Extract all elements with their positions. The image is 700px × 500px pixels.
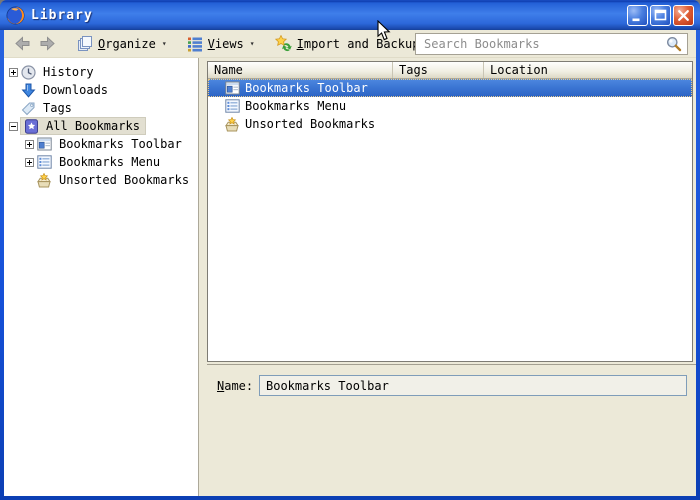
sidebar-item-label: Unsorted Bookmarks xyxy=(56,172,192,188)
chevron-down-icon: ▾ xyxy=(162,39,167,48)
details-pane: Name: xyxy=(207,364,696,496)
minimize-button[interactable] xyxy=(627,5,648,26)
window-title: Library xyxy=(31,8,93,23)
firefox-icon xyxy=(6,6,25,25)
import-and-backup-button[interactable]: Import and Backup ▾ xyxy=(270,33,436,54)
window-body: Organize ▾ Views ▾ Import xyxy=(4,30,696,496)
expander-plus-icon[interactable] xyxy=(25,140,36,149)
tag-icon xyxy=(20,100,36,116)
sidebar-item-unsorted-bookmarks[interactable]: Unsorted Bookmarks xyxy=(4,171,198,189)
sidebar-item-tags[interactable]: Tags xyxy=(4,99,198,117)
library-window: Library xyxy=(0,0,700,500)
name-field-label: Name: xyxy=(217,379,259,393)
back-arrow-icon xyxy=(14,36,31,51)
search-icon[interactable] xyxy=(666,36,682,52)
organize-button[interactable]: Organize ▾ xyxy=(72,34,172,54)
all-bookmarks-icon xyxy=(23,118,39,134)
close-icon xyxy=(675,7,692,24)
column-header-location[interactable]: Location xyxy=(484,62,692,78)
sidebar-item-all-bookmarks[interactable]: All Bookmarks xyxy=(4,117,198,135)
bookmarks-list: Name Tags Location Bookmarks Toolbar xyxy=(207,61,693,362)
unsorted-bookmarks-icon xyxy=(36,172,52,188)
bookmarks-toolbar-icon xyxy=(224,80,240,96)
download-arrow-icon xyxy=(20,82,36,98)
list-row-unsorted-bookmarks[interactable]: Unsorted Bookmarks xyxy=(208,115,692,133)
list-row-label: Bookmarks Toolbar xyxy=(245,81,368,95)
import-backup-icon xyxy=(275,35,292,52)
list-row-label: Unsorted Bookmarks xyxy=(245,117,375,131)
minimize-icon xyxy=(629,7,646,24)
list-row-bookmarks-toolbar[interactable]: Bookmarks Toolbar xyxy=(208,79,692,97)
list-row-bookmarks-menu[interactable]: Bookmarks Menu xyxy=(208,97,692,115)
expander-plus-icon[interactable] xyxy=(9,68,20,77)
maximize-icon xyxy=(652,7,669,24)
list-row-label: Bookmarks Menu xyxy=(245,99,346,113)
pane-splitter[interactable] xyxy=(199,58,207,496)
search-box xyxy=(415,33,688,55)
sidebar-item-label: All Bookmarks xyxy=(43,118,143,134)
sidebar-item-label: Bookmarks Menu xyxy=(56,154,163,170)
chevron-down-icon: ▾ xyxy=(250,39,255,48)
forward-arrow-icon xyxy=(39,36,56,51)
sidebar-item-label: Downloads xyxy=(40,82,111,98)
back-button[interactable] xyxy=(12,35,33,52)
expander-plus-icon[interactable] xyxy=(25,158,36,167)
toolbar: Organize ▾ Views ▾ Import xyxy=(4,30,696,58)
bookmarks-toolbar-icon xyxy=(36,136,52,152)
import-and-backup-label: Import and Backup xyxy=(297,37,420,51)
bookmarks-menu-icon xyxy=(36,154,52,170)
unsorted-bookmarks-icon xyxy=(224,116,240,132)
name-field[interactable] xyxy=(259,375,687,396)
sidebar-tree: History Downloads Tags xyxy=(4,58,199,496)
organize-label: Organize xyxy=(98,37,156,51)
close-button[interactable] xyxy=(673,5,694,26)
search-input[interactable] xyxy=(416,37,666,51)
bookmarks-menu-icon xyxy=(224,98,240,114)
list-header: Name Tags Location xyxy=(208,62,692,79)
column-header-name[interactable]: Name xyxy=(208,62,393,78)
list-rows: Bookmarks Toolbar Bookmarks Menu Unsorte… xyxy=(208,79,692,361)
sidebar-item-label: Tags xyxy=(40,100,75,116)
column-header-tags[interactable]: Tags xyxy=(393,62,484,78)
maximize-button[interactable] xyxy=(650,5,671,26)
sidebar-item-history[interactable]: History xyxy=(4,63,198,81)
title-bar[interactable]: Library xyxy=(0,0,700,30)
sidebar-item-downloads[interactable]: Downloads xyxy=(4,81,198,99)
sidebar-item-bookmarks-menu[interactable]: Bookmarks Menu xyxy=(4,153,198,171)
views-icon xyxy=(187,36,203,52)
views-label: Views xyxy=(208,37,244,51)
history-clock-icon xyxy=(20,64,36,80)
forward-button[interactable] xyxy=(37,35,58,52)
main-pane: Name Tags Location Bookmarks Toolbar xyxy=(207,58,696,496)
sidebar-item-label: Bookmarks Toolbar xyxy=(56,136,185,152)
expander-minus-icon[interactable] xyxy=(9,122,20,131)
views-button[interactable]: Views ▾ xyxy=(182,34,260,54)
sidebar-item-bookmarks-toolbar[interactable]: Bookmarks Toolbar xyxy=(4,135,198,153)
sidebar-item-label: History xyxy=(40,64,97,80)
organize-icon xyxy=(77,36,93,52)
